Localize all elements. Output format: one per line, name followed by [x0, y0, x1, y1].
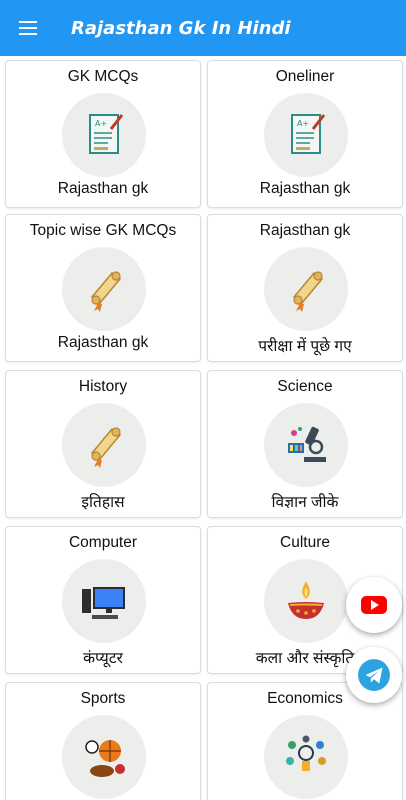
card-title: Rajasthan gk [259, 222, 351, 239]
card-title: History [78, 378, 128, 395]
exam-paper-icon: A+ [62, 93, 146, 177]
exam-paper-icon: A+ [264, 93, 348, 177]
sports-balls-icon [62, 715, 146, 799]
economics-icon [264, 715, 348, 799]
card-subtitle: इतिहास [81, 494, 125, 511]
youtube-icon [361, 596, 387, 614]
telegram-icon [358, 659, 390, 691]
svg-text:A+: A+ [95, 119, 107, 128]
card-gk-mcqs[interactable]: GK MCQs A+ Rajasthan gk [5, 60, 201, 208]
computer-icon [62, 559, 146, 643]
scroll-icon [62, 247, 146, 331]
card-title: Oneliner [275, 68, 335, 85]
telegram-button[interactable] [346, 647, 402, 703]
app-title: Rajasthan Gk In Hindi [71, 17, 291, 39]
card-computer[interactable]: Computer कंप्यूटर [5, 526, 201, 674]
card-title: GK MCQs [67, 68, 139, 85]
scroll-icon [62, 403, 146, 487]
diya-lamp-icon [264, 559, 348, 643]
card-title: Science [277, 378, 333, 395]
card-subtitle: कंप्यूटर [83, 650, 123, 667]
youtube-button[interactable] [346, 577, 402, 633]
card-subtitle: परीक्षा में पूछे गए [258, 338, 352, 355]
card-title: Culture [280, 534, 330, 551]
app-bar: Rajasthan Gk In Hindi [0, 0, 406, 56]
scroll-icon [264, 247, 348, 331]
hamburger-menu-icon[interactable] [0, 0, 56, 56]
card-subtitle: विज्ञान जीके [271, 494, 339, 511]
card-rajasthan-gk[interactable]: Rajasthan gk परीक्षा में पूछे गए [207, 214, 403, 362]
svg-text:A+: A+ [297, 119, 309, 128]
card-oneliner[interactable]: Oneliner A+ Rajasthan gk [207, 60, 403, 208]
microscope-icon [264, 403, 348, 487]
card-subtitle: Rajasthan gk [57, 334, 149, 351]
card-subtitle: Rajasthan gk [57, 180, 149, 197]
card-subtitle: Rajasthan gk [259, 180, 351, 197]
card-title: Computer [68, 534, 138, 551]
card-sports[interactable]: Sports [5, 682, 201, 800]
card-science[interactable]: Science विज्ञान जीके [207, 370, 403, 518]
card-topic-wise-gk-mcqs[interactable]: Topic wise GK MCQs Rajasthan gk [5, 214, 201, 362]
card-history[interactable]: History इतिहास [5, 370, 201, 518]
card-title: Topic wise GK MCQs [29, 222, 177, 239]
card-title: Sports [80, 690, 126, 707]
